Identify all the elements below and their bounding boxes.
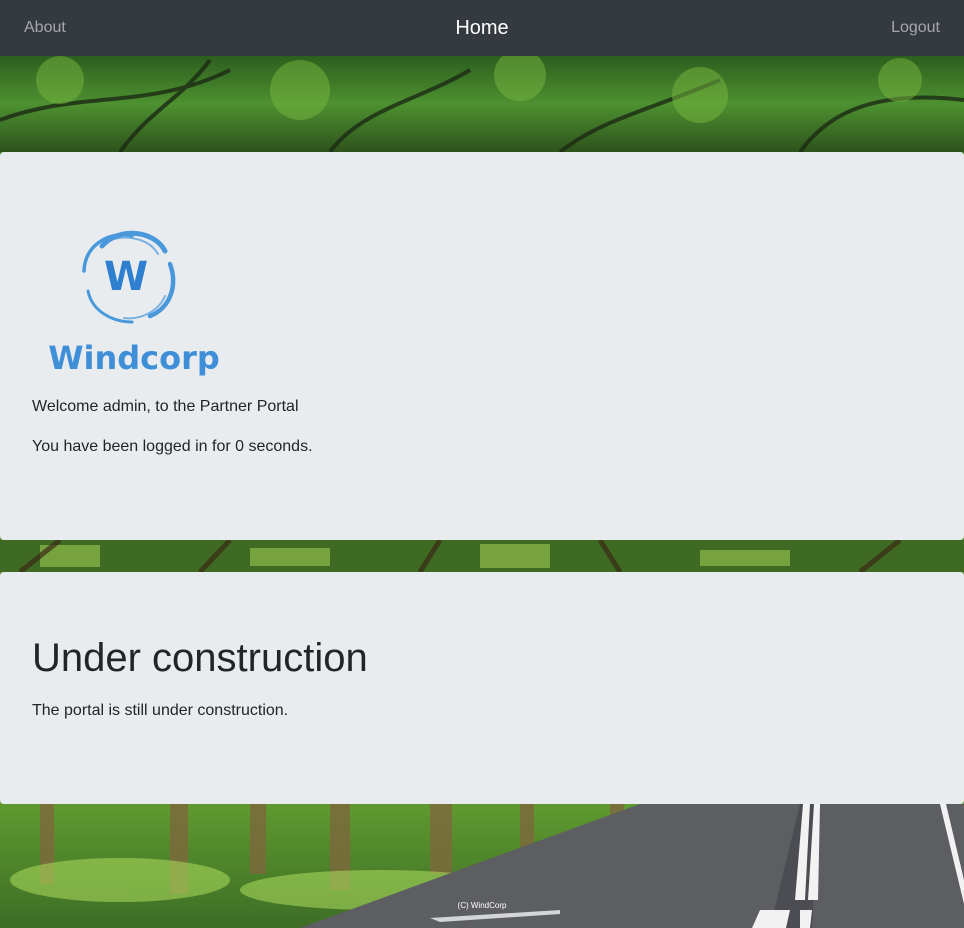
nav-home-brand: Home	[0, 0, 964, 56]
welcome-message: Welcome admin, to the Partner Portal	[32, 398, 299, 415]
windcorp-logo: W Windcorp	[40, 226, 230, 378]
construction-text: The portal is still under construction.	[32, 702, 289, 719]
svg-text:W: W	[104, 254, 148, 300]
nav-home-link[interactable]: Home	[455, 17, 508, 39]
session-duration-text: You have been logged in for 0 seconds.	[32, 438, 313, 455]
nav-about-link[interactable]: About	[24, 0, 66, 56]
logo-wordmark: Windcorp	[48, 339, 220, 377]
construction-panel: Under construction The portal is still u…	[0, 572, 964, 804]
footer-copyright: (C) WindCorp	[457, 901, 507, 910]
construction-heading: Under construction	[32, 636, 368, 680]
top-navbar: About Home Logout	[0, 0, 964, 56]
nav-logout-link[interactable]: Logout	[891, 0, 940, 56]
welcome-panel: W Windcorp Welcome admin, to the Partner…	[0, 152, 964, 540]
